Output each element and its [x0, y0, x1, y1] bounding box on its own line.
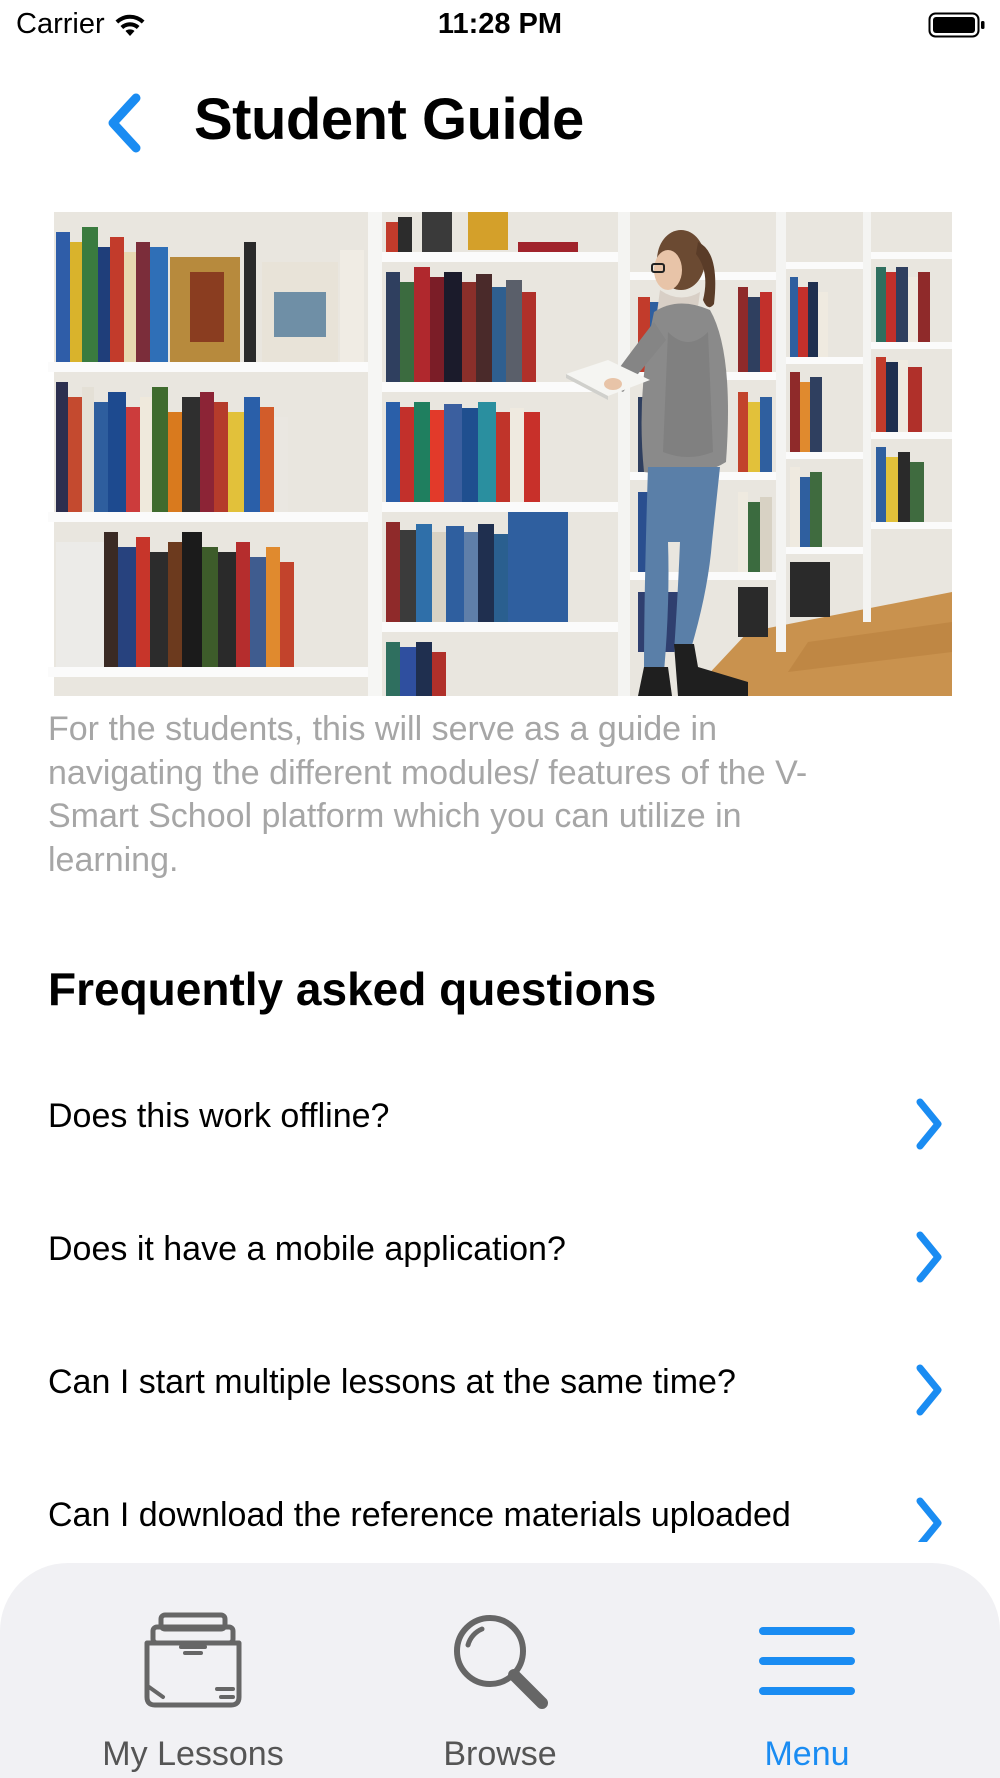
- faq-question: Can I start multiple lessons at the same…: [48, 1363, 736, 1401]
- battery-icon: [928, 12, 986, 43]
- tab-label: Browse: [443, 1735, 557, 1773]
- faq-item[interactable]: Can I download the reference materials u…: [0, 1463, 1000, 1542]
- chevron-right-icon: [916, 1098, 942, 1150]
- faq-question: Does it have a mobile application?: [48, 1230, 566, 1268]
- chevron-left-icon: [108, 93, 141, 153]
- nav-header: Student Guide: [0, 70, 1000, 176]
- tab-label: Menu: [764, 1735, 850, 1773]
- chevron-right-icon: [916, 1231, 942, 1283]
- faq-item[interactable]: Does this work offline?: [0, 1064, 1000, 1197]
- status-time: 11:28 PM: [437, 8, 563, 40]
- faq-item[interactable]: Does it have a mobile application?: [0, 1197, 1000, 1330]
- inbox-tray-icon: [144, 1612, 242, 1708]
- search-icon: [454, 1615, 548, 1709]
- faq-item[interactable]: Can I start multiple lessons at the same…: [0, 1330, 1000, 1463]
- hero-image: [48, 212, 952, 696]
- faq-list: Does this work offline? Does it have a m…: [0, 1064, 1000, 1542]
- faq-heading: Frequently asked questions: [48, 963, 657, 1015]
- page-title: Student Guide: [194, 87, 584, 152]
- faq-question: Can I download the reference materials u…: [48, 1496, 791, 1534]
- tab-bar: My Lessons Browse Menu: [0, 1563, 1000, 1778]
- back-button[interactable]: [96, 88, 152, 158]
- status-bar: Carrier 11:28 PM: [0, 0, 1000, 52]
- guide-description: For the students, this will serve as a g…: [48, 710, 808, 879]
- chevron-right-icon: [916, 1497, 942, 1542]
- faq-question: Does this work offline?: [48, 1097, 390, 1135]
- chevron-right-icon: [916, 1364, 942, 1416]
- hamburger-menu-icon: [759, 1627, 855, 1695]
- tab-label: My Lessons: [102, 1735, 284, 1773]
- tab-browse[interactable]: Browse: [350, 1563, 650, 1778]
- tab-my-lessons[interactable]: My Lessons: [43, 1563, 343, 1778]
- tab-menu[interactable]: Menu: [657, 1563, 957, 1778]
